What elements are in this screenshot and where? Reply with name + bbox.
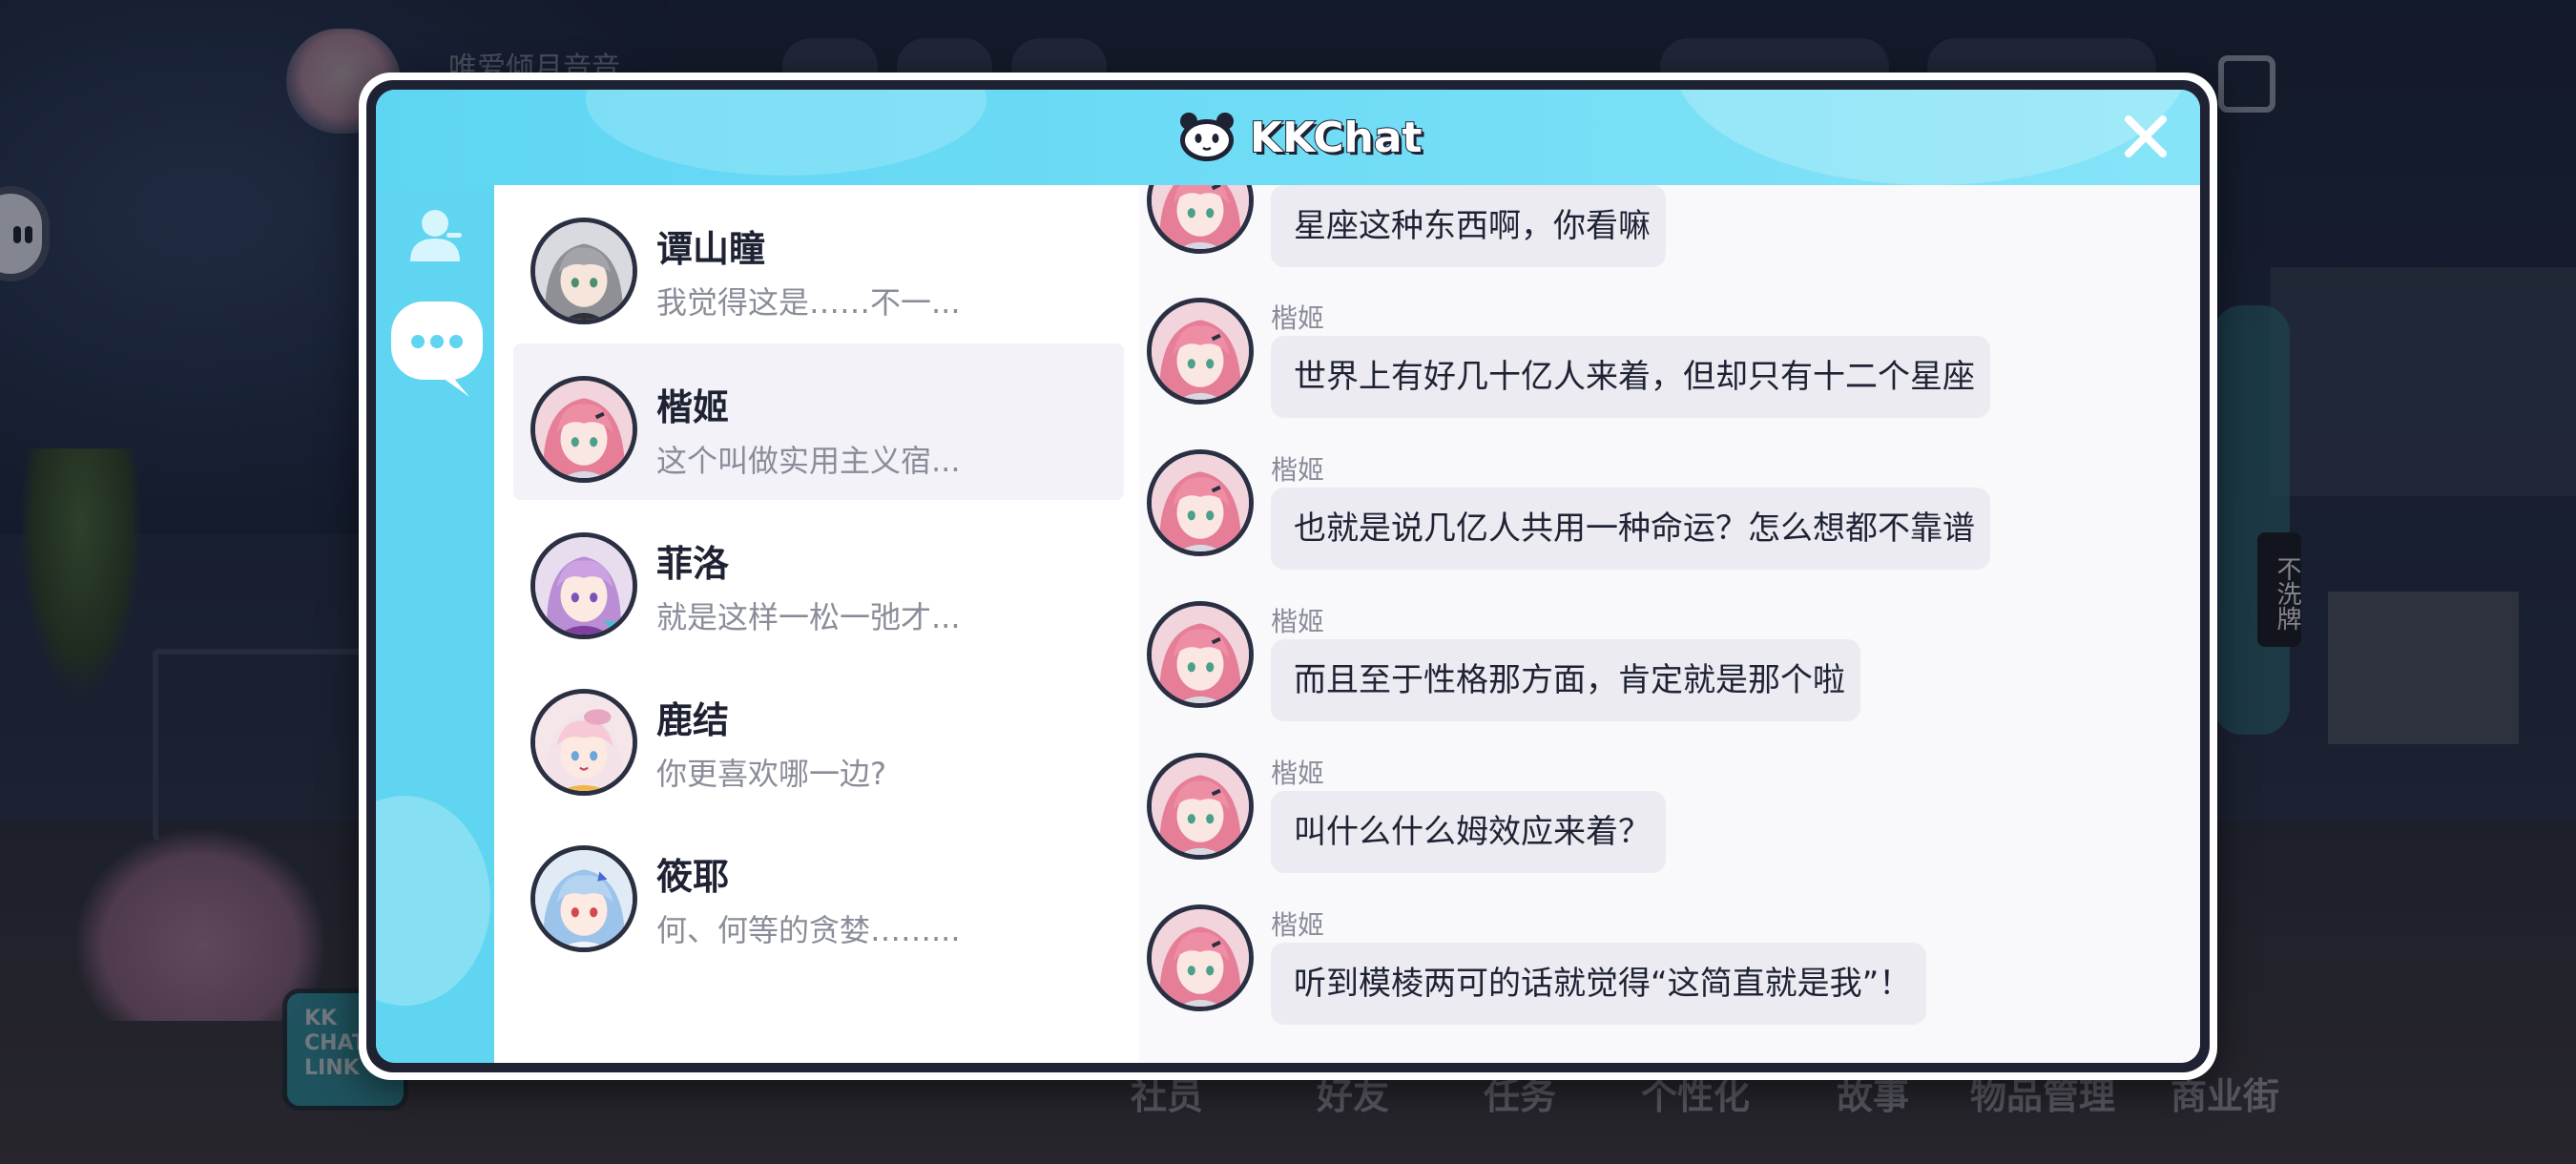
- message-sender: 楷姬: [1271, 302, 1325, 334]
- brand: KKChat: [1177, 107, 1423, 168]
- chat-message: 楷姬 听到模棱两可的话就觉得“这简直就是我”！: [1147, 904, 2196, 1057]
- dialog-title: KKChat: [1249, 113, 1423, 163]
- message-avatar[interactable]: [1147, 185, 1254, 254]
- contact-avatar: [530, 376, 637, 483]
- chat-message: 楷姬 而且至于性格那方面，肯定就是那个啦: [1147, 601, 2196, 754]
- avatar-pink-hair: [1152, 185, 1249, 249]
- contact-preview: 这个叫做实用主义宿...: [656, 443, 961, 479]
- contact-list: 谭山瞳 我觉得这是……不一... 楷姬 这个叫做实用主义宿... 菲洛 就是这样…: [494, 185, 1139, 1063]
- message-bubble: 叫什么什么姆效应来着？: [1271, 791, 1666, 873]
- chat-message: 楷姬 也就是说几亿人共用一种命运？怎么想都不靠谱: [1147, 449, 2196, 602]
- contact-avatar: [530, 532, 637, 639]
- avatar-pink-hair: [1152, 454, 1249, 551]
- message-avatar[interactable]: [1147, 601, 1254, 708]
- contact-preview: 就是这样一松一弛才...: [656, 599, 961, 635]
- avatar-pink-hair: [1152, 606, 1249, 703]
- dialog-sidebar: [376, 185, 494, 1063]
- kkchat-logo-icon: [1180, 113, 1234, 161]
- chat-bubble-icon[interactable]: [387, 298, 487, 403]
- message-sender: 楷姬: [1271, 454, 1325, 486]
- message-avatar[interactable]: [1147, 753, 1254, 860]
- contact-name: 谭山瞳: [656, 228, 766, 270]
- contact-item[interactable]: 鹿结 你更喜欢哪一边?: [513, 656, 1124, 813]
- message-sender: 楷姬: [1271, 909, 1325, 941]
- contact-avatar: [530, 689, 637, 796]
- contact-item[interactable]: 筱耶 何、何等的贪婪……...: [513, 813, 1124, 969]
- avatar-pink-hair: [1152, 302, 1249, 400]
- contact-item[interactable]: 楷姬 这个叫做实用主义宿...: [513, 343, 1124, 500]
- chat-message: 楷姬 世界上有好几十亿人来着，但却只有十二个星座: [1147, 298, 2196, 450]
- contacts-icon[interactable]: [405, 206, 467, 265]
- contact-preview: 我觉得这是……不一...: [656, 284, 961, 321]
- contact-name: 筱耶: [656, 856, 730, 898]
- message-bubble: 世界上有好几十亿人来着，但却只有十二个星座: [1271, 336, 1990, 418]
- avatar-blue-hair: [535, 850, 633, 947]
- avatar-gray-hair: [535, 222, 633, 320]
- message-bubble: 也就是说几亿人共用一种命运？怎么想都不靠谱: [1271, 488, 1990, 570]
- contact-name: 鹿结: [656, 699, 730, 741]
- contact-avatar: [530, 845, 637, 952]
- contact-name: 菲洛: [656, 543, 730, 585]
- message-avatar[interactable]: [1147, 449, 1254, 556]
- message-sender: 楷姬: [1271, 758, 1325, 789]
- contact-item[interactable]: 菲洛 就是这样一松一弛才...: [513, 500, 1124, 656]
- kkchat-dialog: KKChat 谭山瞳 我觉得这是……不一... 楷姬 这个叫做实用主义宿... …: [359, 73, 2217, 1080]
- message-bubble: 星座这种东西啊，你看嘛: [1271, 185, 1666, 267]
- avatar-pink-white-hair: [535, 694, 633, 791]
- message-bubble: 而且至于性格那方面，肯定就是那个啦: [1271, 639, 1860, 721]
- chat-panel[interactable]: 楷姬 星座这种东西啊，你看嘛: [1139, 185, 2200, 1063]
- chat-message: 楷姬 星座这种东西啊，你看嘛: [1147, 185, 2196, 300]
- avatar-pink-hair: [1152, 909, 1249, 1007]
- contact-item[interactable]: 谭山瞳 我觉得这是……不一...: [513, 185, 1124, 342]
- contact-avatar: [530, 218, 637, 324]
- contact-preview: 你更喜欢哪一边?: [656, 756, 886, 792]
- dialog-header: KKChat: [376, 90, 2200, 185]
- avatar-pink-hair: [1152, 758, 1249, 855]
- message-avatar[interactable]: [1147, 298, 1254, 405]
- contact-name: 楷姬: [656, 386, 730, 428]
- close-icon[interactable]: [2120, 111, 2171, 162]
- avatar-purple-hair: [535, 537, 633, 634]
- chat-message: 楷姬 叫什么什么姆效应来着？: [1147, 753, 2196, 905]
- contact-preview: 何、何等的贪婪……...: [656, 912, 961, 948]
- message-bubble: 听到模棱两可的话就觉得“这简直就是我”！: [1271, 943, 1927, 1025]
- avatar-pink-hair: [535, 381, 633, 478]
- message-sender: 楷姬: [1271, 606, 1325, 637]
- message-avatar[interactable]: [1147, 904, 1254, 1011]
